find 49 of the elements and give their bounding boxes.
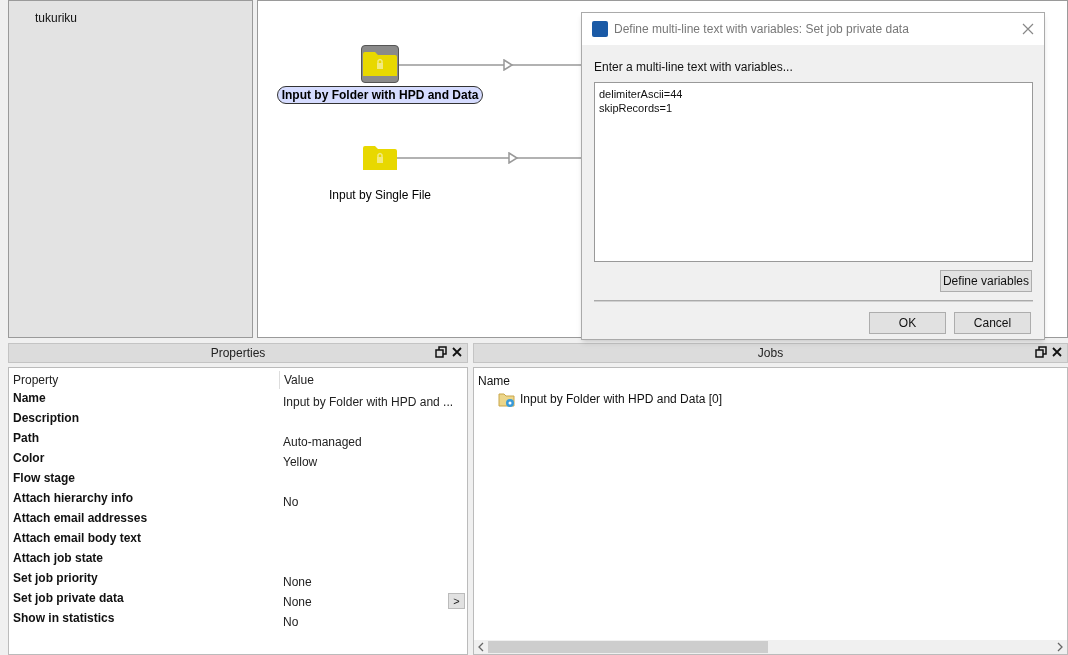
- property-name: Attach hierarchy info: [13, 490, 135, 507]
- property-value[interactable]: None: [279, 573, 312, 591]
- cancel-button[interactable]: Cancel: [954, 312, 1031, 334]
- scroll-right-icon[interactable]: [1056, 642, 1064, 652]
- folder-gear-icon: [498, 390, 516, 408]
- property-name: Attach email body text: [13, 530, 143, 547]
- property-name: Description: [13, 410, 80, 427]
- define-variables-button[interactable]: Define variables: [939, 270, 1032, 292]
- app-logo-icon: [592, 21, 608, 37]
- expand-button[interactable]: >: [448, 593, 465, 609]
- column-header: Property: [13, 372, 60, 389]
- property-value[interactable]: Auto-managed: [279, 433, 362, 451]
- property-value[interactable]: Input by Folder with HPD and ...: [279, 393, 454, 411]
- job-item[interactable]: Input by Folder with HPD and Data [0]: [478, 388, 1067, 410]
- close-icon[interactable]: [1051, 346, 1063, 358]
- property-value[interactable]: Yellow: [279, 453, 318, 471]
- property-name: Set job priority: [13, 570, 99, 587]
- property-name: Attach job state: [13, 550, 104, 567]
- node-label[interactable]: Input by Folder with HPD and Data: [276, 86, 484, 104]
- property-name: Set job private data: [13, 590, 125, 607]
- close-icon[interactable]: [451, 346, 463, 358]
- property-name: Attach email addresses: [13, 510, 149, 527]
- sidebar-item[interactable]: tukuriku: [35, 9, 252, 27]
- property-name: Flow stage: [13, 470, 76, 487]
- property-name: Name: [13, 390, 47, 407]
- ok-button[interactable]: OK: [869, 312, 946, 334]
- text-area[interactable]: delimiterAscii=44 skipRecords=1: [594, 82, 1033, 262]
- scroll-left-icon[interactable]: [477, 642, 485, 652]
- property-name: Path: [13, 430, 40, 447]
- restore-icon[interactable]: [1035, 346, 1047, 358]
- horizontal-scrollbar[interactable]: [474, 640, 1067, 654]
- property-value[interactable]: No: [279, 613, 299, 631]
- dialog-title: Define multi-line text with variables: Set job private data: [614, 21, 909, 38]
- selected-node-frame[interactable]: [361, 45, 399, 83]
- property-name: Color: [13, 450, 46, 467]
- panel-title: Jobs: [757, 345, 784, 362]
- locked-folder-icon: [363, 52, 397, 76]
- restore-icon[interactable]: [435, 346, 447, 358]
- node-label[interactable]: Input by Single File: [328, 187, 432, 203]
- scrollbar-thumb[interactable]: [488, 641, 768, 653]
- column-header: Value: [279, 371, 314, 389]
- job-name: Input by Folder with HPD and Data [0]: [520, 391, 723, 408]
- property-name: Show in statistics: [13, 610, 116, 627]
- property-value[interactable]: None: [279, 593, 312, 611]
- locked-folder-icon: [363, 146, 397, 170]
- panel-title: Properties: [210, 345, 266, 362]
- column-header: Name: [478, 373, 511, 388]
- dialog-prompt: Enter a multi-line text with variables...: [594, 59, 794, 76]
- property-value[interactable]: No: [279, 493, 299, 511]
